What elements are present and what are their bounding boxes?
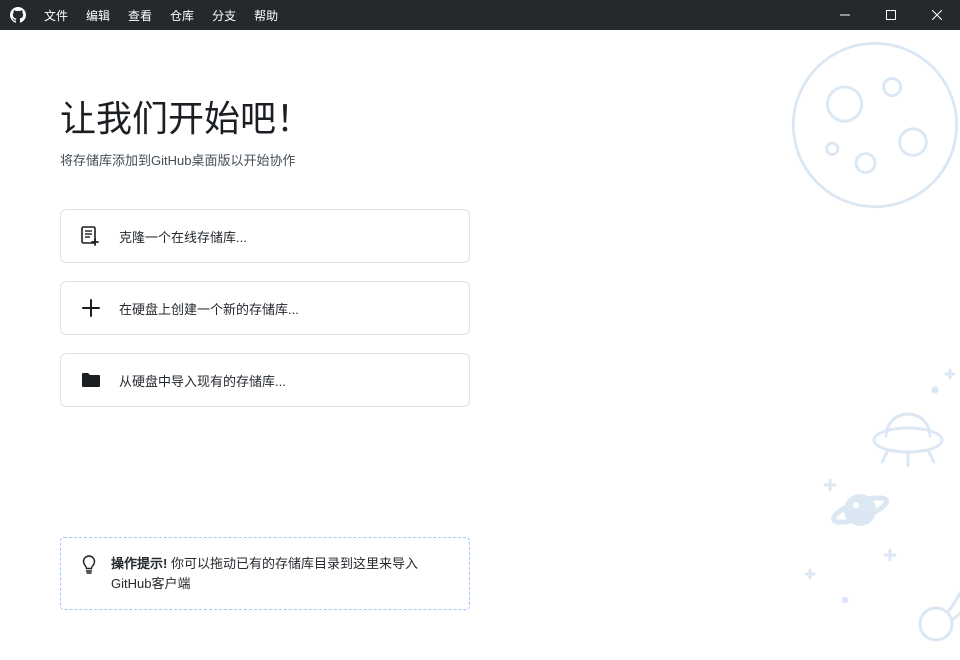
create-repo-button[interactable]: 在硬盘上创建一个新的存储库... <box>60 281 470 335</box>
menu-file[interactable]: 文件 <box>44 7 68 24</box>
menu-branch[interactable]: 分支 <box>212 7 236 24</box>
protip-label: 操作提示! <box>111 556 167 571</box>
menu-view[interactable]: 查看 <box>128 7 152 24</box>
lightbulb-icon <box>81 555 97 593</box>
page-title: 让我们开始吧！ <box>60 90 960 142</box>
minimize-button[interactable] <box>822 0 868 30</box>
maximize-button[interactable] <box>868 0 914 30</box>
clone-repo-button[interactable]: 克隆一个在线存储库... <box>60 209 470 263</box>
titlebar: 文件 编辑 查看 仓库 分支 帮助 <box>0 0 960 30</box>
github-logo-icon <box>10 7 26 23</box>
add-repo-button[interactable]: 从硬盘中导入现有的存储库... <box>60 353 470 407</box>
protip-text: 操作提示! 你可以拖动已有的存储库目录到这里来导入GitHub客户端 <box>111 554 449 593</box>
welcome-content: 让我们开始吧！ 将存储库添加到GitHub桌面版以开始协作 克隆一个在线存储库.… <box>0 30 960 610</box>
close-button[interactable] <box>914 0 960 30</box>
menu-help[interactable]: 帮助 <box>254 7 278 24</box>
window-controls <box>822 0 960 30</box>
page-subtitle: 将存储库添加到GitHub桌面版以开始协作 <box>60 150 960 169</box>
menu-repo[interactable]: 仓库 <box>170 7 194 24</box>
action-list: 克隆一个在线存储库... 在硬盘上创建一个新的存储库... 从硬盘中导入现有的存… <box>60 209 470 407</box>
menu-edit[interactable]: 编辑 <box>86 7 110 24</box>
folder-icon <box>81 370 101 390</box>
add-repo-label: 从硬盘中导入现有的存储库... <box>119 371 286 390</box>
menu-bar: 文件 编辑 查看 仓库 分支 帮助 <box>44 7 278 24</box>
protip-box: 操作提示! 你可以拖动已有的存储库目录到这里来导入GitHub客户端 <box>60 537 470 610</box>
clone-repo-label: 克隆一个在线存储库... <box>119 227 247 246</box>
create-repo-label: 在硬盘上创建一个新的存储库... <box>119 299 299 318</box>
clone-icon <box>81 226 101 246</box>
plus-icon <box>81 298 101 318</box>
titlebar-left: 文件 编辑 查看 仓库 分支 帮助 <box>0 7 278 24</box>
